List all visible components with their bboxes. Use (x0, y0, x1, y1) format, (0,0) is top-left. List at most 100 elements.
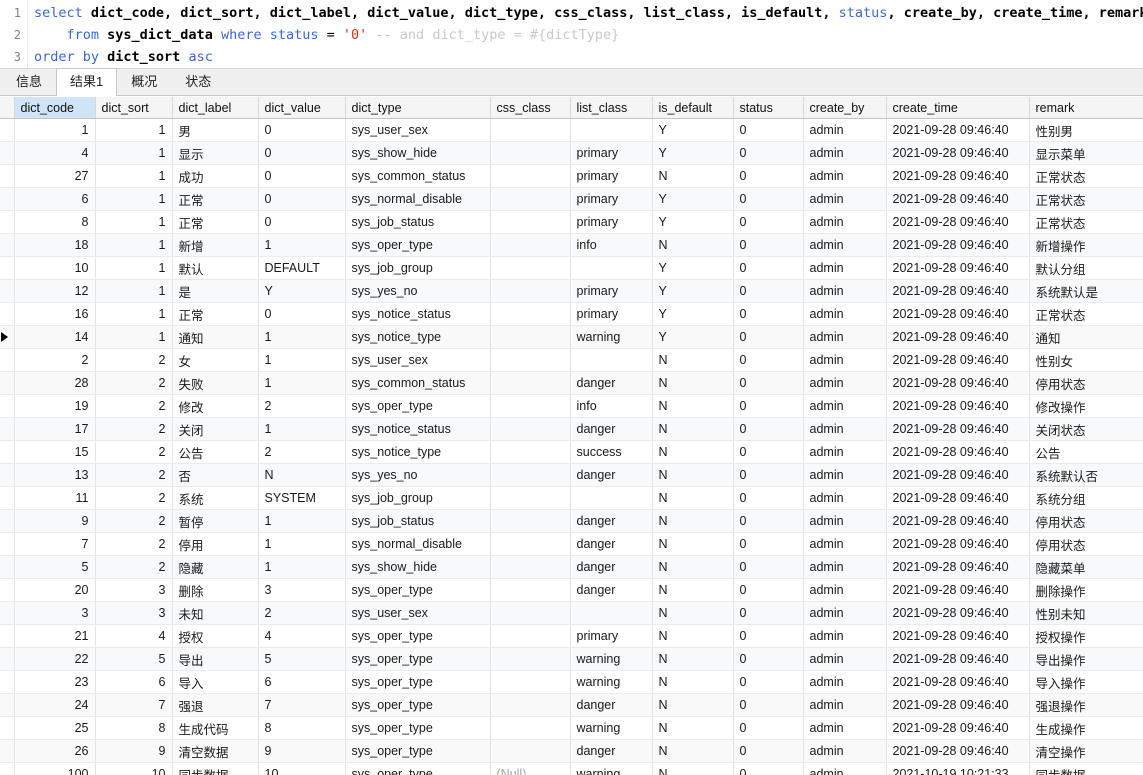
result-grid-container[interactable]: dict_code dict_sort dict_label dict_value di… (0, 97, 1143, 775)
cell-dict_sort[interactable]: 1 (95, 325, 173, 349)
table-row[interactable]: 12 1 是 Ysys_yes_no primary Y 0 admin 2021-09-28 … (0, 279, 1143, 303)
cell-dict_value[interactable]: 10 (258, 762, 346, 775)
cell-dict_value[interactable]: 2 (258, 394, 346, 418)
cell-dict_code[interactable]: 12 (14, 279, 96, 303)
cell-dict_sort[interactable]: 8 (95, 716, 173, 740)
cell-create_time[interactable]: 2021-09-28 09:46:40 (886, 647, 1030, 671)
cell-create_time[interactable]: 2021-09-28 09:46:40 (886, 532, 1030, 556)
cell-dict_value[interactable]: DEFAULT (258, 256, 346, 280)
cell-dict_sort[interactable]: 2 (95, 348, 173, 372)
cell-is_default[interactable]: N (652, 578, 734, 602)
cell-dict_code[interactable]: 3 (14, 601, 96, 625)
cell-css_class[interactable] (490, 233, 571, 257)
cell-dict_value[interactable]: 4 (258, 624, 346, 648)
cell-create_time[interactable]: 2021-09-28 09:46:40 (886, 348, 1030, 372)
cell-is_default[interactable]: N (652, 371, 734, 395)
cell-dict_code[interactable]: 8 (14, 210, 96, 234)
cell-css_class[interactable] (490, 601, 571, 625)
row-indicator-cell[interactable] (0, 762, 15, 775)
cell-dict_code[interactable]: 14 (14, 325, 96, 349)
cell-dict_sort[interactable]: 2 (95, 371, 173, 395)
cell-create_time[interactable]: 2021-09-28 09:46:40 (886, 118, 1030, 142)
row-indicator-cell[interactable] (0, 302, 15, 326)
cell-status[interactable]: 0 (733, 164, 804, 188)
column-header-remark[interactable]: remark (1029, 97, 1143, 119)
cell-dict_sort[interactable]: 9 (95, 739, 173, 763)
cell-dict_type[interactable]: sys_common_status (345, 371, 491, 395)
cell-css_class[interactable] (490, 555, 571, 579)
cell-status[interactable]: 0 (733, 394, 804, 418)
cell-status[interactable]: 0 (733, 302, 804, 326)
cell-dict_sort[interactable]: 1 (95, 141, 173, 165)
cell-status[interactable]: 0 (733, 463, 804, 487)
cell-is_default[interactable]: Y (652, 141, 734, 165)
tab-状态[interactable]: 状态 (171, 68, 225, 95)
cell-dict_label[interactable]: 否 (172, 463, 259, 487)
cell-create_by[interactable]: admin (803, 716, 887, 740)
cell-list_class[interactable]: primary (570, 302, 653, 326)
row-indicator-cell[interactable] (0, 647, 15, 671)
row-indicator-cell[interactable] (0, 555, 15, 579)
cell-remark[interactable]: 导入操作 (1029, 670, 1143, 694)
cell-list_class[interactable]: warning (570, 647, 653, 671)
cell-create_time[interactable]: 2021-09-28 09:46:40 (886, 164, 1030, 188)
row-indicator-cell[interactable] (0, 233, 15, 257)
cell-is_default[interactable]: Y (652, 118, 734, 142)
cell-dict_sort[interactable]: 1 (95, 302, 173, 326)
cell-dict_code[interactable]: 27 (14, 164, 96, 188)
cell-dict_type[interactable]: sys_job_group (345, 486, 491, 510)
cell-dict_type[interactable]: sys_oper_type (345, 578, 491, 602)
tab-结果1[interactable]: 结果1 (56, 68, 118, 96)
cell-is_default[interactable]: N (652, 624, 734, 648)
table-row[interactable]: 4 1 显示 0 sys_show_hide primary Y 0 admin 2021-09-… (0, 141, 1143, 165)
column-header-dict_code[interactable]: dict_code (14, 97, 96, 119)
table-row[interactable]: 10 1 默认 DEFAULT sys_job_group Y 0 admin 2021-09-… (0, 256, 1143, 280)
cell-css_class[interactable] (490, 417, 571, 441)
cell-create_by[interactable]: admin (803, 417, 887, 441)
cell-is_default[interactable]: N (652, 670, 734, 694)
cell-is_default[interactable]: Y (652, 325, 734, 349)
cell-css_class[interactable] (490, 371, 571, 395)
cell-remark[interactable]: 系统分组 (1029, 486, 1143, 510)
column-header-css_class[interactable]: css_class (490, 97, 571, 119)
cell-dict_sort[interactable]: 2 (95, 486, 173, 510)
table-row[interactable]: 17 2 关闭 1 sys_notice_status danger N 0 admin 2021… (0, 417, 1143, 441)
cell-remark[interactable]: 导出操作 (1029, 647, 1143, 671)
cell-dict_label[interactable]: 公告 (172, 440, 259, 464)
cell-dict_sort[interactable]: 1 (95, 279, 173, 303)
cell-create_by[interactable]: admin (803, 302, 887, 326)
cell-dict_label[interactable]: 通知 (172, 325, 259, 349)
cell-dict_type[interactable]: sys_user_sex (345, 348, 491, 372)
cell-dict_sort[interactable]: 1 (95, 187, 173, 211)
cell-dict_code[interactable]: 5 (14, 555, 96, 579)
column-header-create_by[interactable]: create_by (803, 97, 887, 119)
cell-remark[interactable]: 清空操作 (1029, 739, 1143, 763)
cell-dict_sort[interactable]: 1 (95, 118, 173, 142)
row-indicator-cell[interactable] (0, 394, 15, 418)
column-header-dict_label[interactable]: dict_label (172, 97, 259, 119)
cell-list_class[interactable] (570, 118, 653, 142)
cell-remark[interactable]: 删除操作 (1029, 578, 1143, 602)
column-header-status[interactable]: status (733, 97, 804, 119)
cell-css_class[interactable] (490, 256, 571, 280)
cell-status[interactable]: 0 (733, 716, 804, 740)
cell-create_by[interactable]: admin (803, 394, 887, 418)
table-row[interactable]: 26 9 清空数据 9 sys_oper_type danger N 0 admin 2021-0… (0, 739, 1143, 763)
cell-dict_label[interactable]: 正常 (172, 302, 259, 326)
cell-dict_value[interactable]: 3 (258, 578, 346, 602)
cell-list_class[interactable] (570, 601, 653, 625)
cell-dict_value[interactable]: 2 (258, 440, 346, 464)
cell-dict_value[interactable]: 0 (258, 302, 346, 326)
cell-dict_sort[interactable]: 1 (95, 256, 173, 280)
cell-is_default[interactable]: N (652, 647, 734, 671)
row-indicator-cell[interactable] (0, 417, 15, 441)
cell-create_by[interactable]: admin (803, 647, 887, 671)
cell-status[interactable]: 0 (733, 601, 804, 625)
tab-概况[interactable]: 概况 (117, 68, 171, 95)
cell-create_by[interactable]: admin (803, 210, 887, 234)
cell-create_time[interactable]: 2021-09-28 09:46:40 (886, 417, 1030, 441)
cell-dict_code[interactable]: 28 (14, 371, 96, 395)
table-row[interactable]: 10010同步数据10sys_oper_type(Null)warningN0a… (0, 762, 1143, 775)
cell-status[interactable]: 0 (733, 486, 804, 510)
cell-dict_type[interactable]: sys_job_group (345, 256, 491, 280)
